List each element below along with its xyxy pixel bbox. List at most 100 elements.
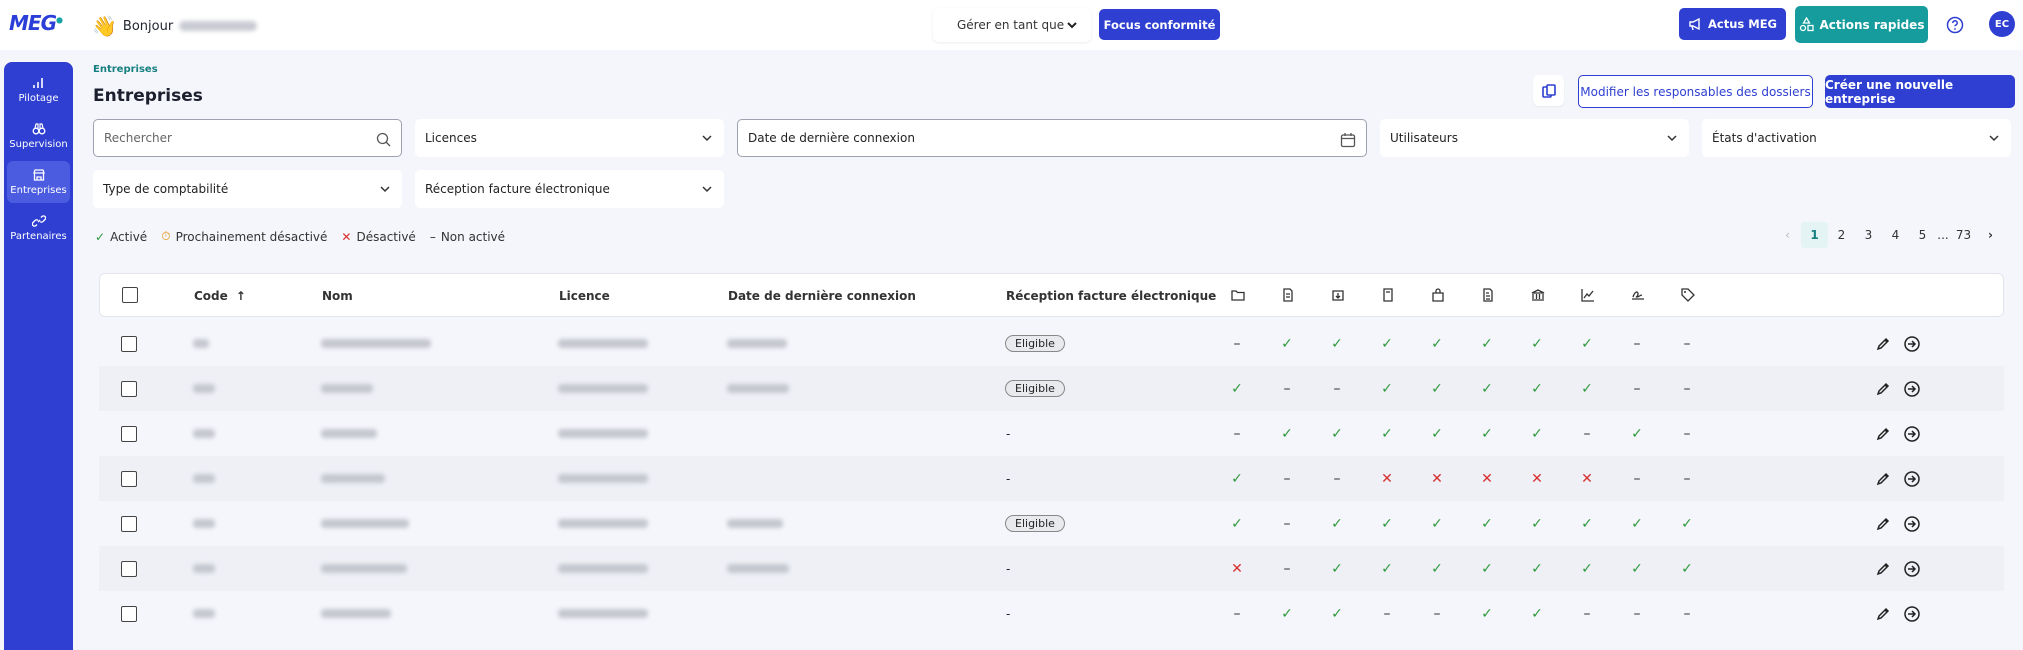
reception-select[interactable]: Réception facture électronique: [415, 170, 724, 208]
login-arrow-icon[interactable]: [1903, 605, 1921, 623]
sidebar-item-partenaires[interactable]: Partenaires: [7, 207, 70, 249]
login-arrow-icon[interactable]: [1903, 560, 1921, 578]
module-cell: –: [1678, 321, 1696, 366]
manage-as-label: Gérer en tant que: [957, 18, 1065, 32]
calculator-icon: [1380, 274, 1396, 316]
cross-icon: ✕: [1431, 470, 1443, 487]
check-icon: ✓: [1531, 605, 1543, 622]
next-page-button[interactable]: ›: [1977, 222, 2004, 248]
page-5[interactable]: 5: [1909, 222, 1936, 248]
manage-as-select[interactable]: Gérer en tant que: [933, 8, 1091, 42]
users-select[interactable]: Utilisateurs: [1380, 119, 1689, 157]
sidebar-item-supervision[interactable]: Supervision: [7, 115, 70, 157]
greeting: 👋 Bonjour: [92, 14, 258, 38]
row-actions: [1875, 321, 1921, 366]
page-2[interactable]: 2: [1828, 222, 1855, 248]
module-cell: –: [1228, 591, 1246, 636]
actions-rapides-button[interactable]: Actions rapides: [1795, 6, 1928, 43]
sidebar-item-entreprises[interactable]: Entreprises: [7, 161, 70, 203]
edit-pencil-icon[interactable]: [1875, 606, 1891, 622]
module-cell: ✓: [1578, 321, 1596, 366]
check-icon: ✓: [1231, 380, 1243, 397]
row-checkbox[interactable]: [121, 425, 137, 442]
greeting-text: Bonjour: [122, 18, 174, 34]
row-checkbox[interactable]: [121, 560, 137, 577]
row-checkbox[interactable]: [121, 380, 137, 397]
modify-responsables-button[interactable]: Modifier les responsables des dossiers: [1578, 75, 1813, 108]
nom-cell: [321, 456, 385, 501]
table-row[interactable]: - – ✓ ✓ ✓ ✓ ✓ ✓ – ✓ –: [99, 411, 2004, 456]
login-arrow-icon[interactable]: [1903, 380, 1921, 398]
meg-logo[interactable]: MEG●: [9, 11, 63, 35]
module-cell: ✓: [1528, 546, 1546, 591]
code-cell: [193, 591, 215, 636]
compta-select[interactable]: Type de comptabilité: [93, 170, 402, 208]
edit-pencil-icon[interactable]: [1875, 381, 1891, 397]
breadcrumb[interactable]: Entreprises: [93, 64, 158, 75]
code-value: [193, 519, 215, 528]
sidebar-item-pilotage[interactable]: Pilotage: [7, 69, 70, 111]
search-input[interactable]: Rechercher: [93, 119, 402, 157]
table-row[interactable]: Eligible – ✓ ✓ ✓ ✓ ✓ ✓ ✓ – –: [99, 321, 2004, 366]
login-arrow-icon[interactable]: [1903, 335, 1921, 353]
table-row[interactable]: - ✓ – – ✕ ✕ ✕ ✕ ✕ – –: [99, 456, 2004, 501]
activation-label: États d'activation: [1712, 131, 1817, 145]
page-4[interactable]: 4: [1882, 222, 1909, 248]
module-cell: –: [1678, 456, 1696, 501]
module-cell: ✓: [1428, 321, 1446, 366]
edit-pencil-icon[interactable]: [1875, 336, 1891, 352]
edit-pencil-icon[interactable]: [1875, 471, 1891, 487]
module-cell: ✓: [1278, 411, 1296, 456]
activation-select[interactable]: États d'activation: [1702, 119, 2011, 157]
dash-icon: –: [1283, 560, 1291, 577]
page-1[interactable]: 1: [1801, 222, 1828, 248]
module-cell: –: [1228, 321, 1246, 366]
page-last[interactable]: 73: [1950, 222, 1977, 248]
row-checkbox[interactable]: [121, 470, 137, 487]
dash-icon: –: [1333, 470, 1341, 487]
code-value: [193, 564, 215, 573]
focus-conformite-button[interactable]: Focus conformité: [1099, 9, 1220, 40]
row-checkbox[interactable]: [121, 515, 137, 532]
dash-icon: –: [429, 229, 436, 244]
code-value: [193, 474, 215, 483]
companies-table: Code ↑ Nom Licence Date de dernière conne…: [99, 273, 2004, 650]
column-date[interactable]: Date de dernière connexion: [728, 289, 916, 303]
column-code[interactable]: Code ↑: [194, 289, 246, 303]
column-reception[interactable]: Réception facture électronique: [1006, 289, 1216, 303]
column-nom[interactable]: Nom: [322, 289, 353, 303]
prev-page-button[interactable]: ‹: [1774, 222, 1801, 248]
login-arrow-icon[interactable]: [1903, 515, 1921, 533]
page-3[interactable]: 3: [1855, 222, 1882, 248]
licences-select[interactable]: Licences: [415, 119, 724, 157]
check-icon: ✓: [1381, 515, 1393, 532]
check-icon: ✓: [1431, 335, 1443, 352]
column-licence[interactable]: Licence: [559, 289, 610, 303]
binoculars-icon: [32, 123, 45, 135]
row-checkbox[interactable]: [121, 605, 137, 622]
user-avatar[interactable]: EC: [1989, 11, 2015, 37]
table-row[interactable]: - – ✓ ✓ – – ✓ ✓ – – –: [99, 591, 2004, 636]
login-arrow-icon[interactable]: [1903, 425, 1921, 443]
waving-hand-icon: 👋: [92, 14, 117, 38]
date-filter[interactable]: Date de dernière connexion: [737, 119, 1367, 157]
table-row[interactable]: - ✕ – ✓ ✓ ✓ ✓ ✓ ✓ ✓ ✓: [99, 546, 2004, 591]
dash-icon: –: [1233, 335, 1241, 352]
table-row[interactable]: Eligible ✓ – – ✓ ✓ ✓ ✓ ✓ – –: [99, 366, 2004, 411]
compta-label: Type de comptabilité: [103, 182, 229, 196]
edit-pencil-icon[interactable]: [1875, 426, 1891, 442]
edit-pencil-icon[interactable]: [1875, 561, 1891, 577]
question-circle-icon: [1946, 16, 1964, 34]
actus-meg-button[interactable]: Actus MEG: [1679, 8, 1786, 40]
code-value: [193, 384, 215, 393]
copy-files-button[interactable]: [1533, 75, 1564, 106]
login-arrow-icon[interactable]: [1903, 470, 1921, 488]
table-row[interactable]: Eligible ✓ – ✓ ✓ ✓ ✓ ✓ ✓ ✓ ✓: [99, 501, 2004, 546]
edit-pencil-icon[interactable]: [1875, 516, 1891, 532]
create-company-button[interactable]: Créer une nouvelle entreprise: [1825, 75, 2015, 108]
help-button[interactable]: [1939, 9, 1971, 41]
select-all-checkbox[interactable]: [122, 287, 138, 303]
row-checkbox[interactable]: [121, 335, 137, 352]
row-actions: [1875, 411, 1921, 456]
row-checkbox-cell: [121, 411, 137, 456]
